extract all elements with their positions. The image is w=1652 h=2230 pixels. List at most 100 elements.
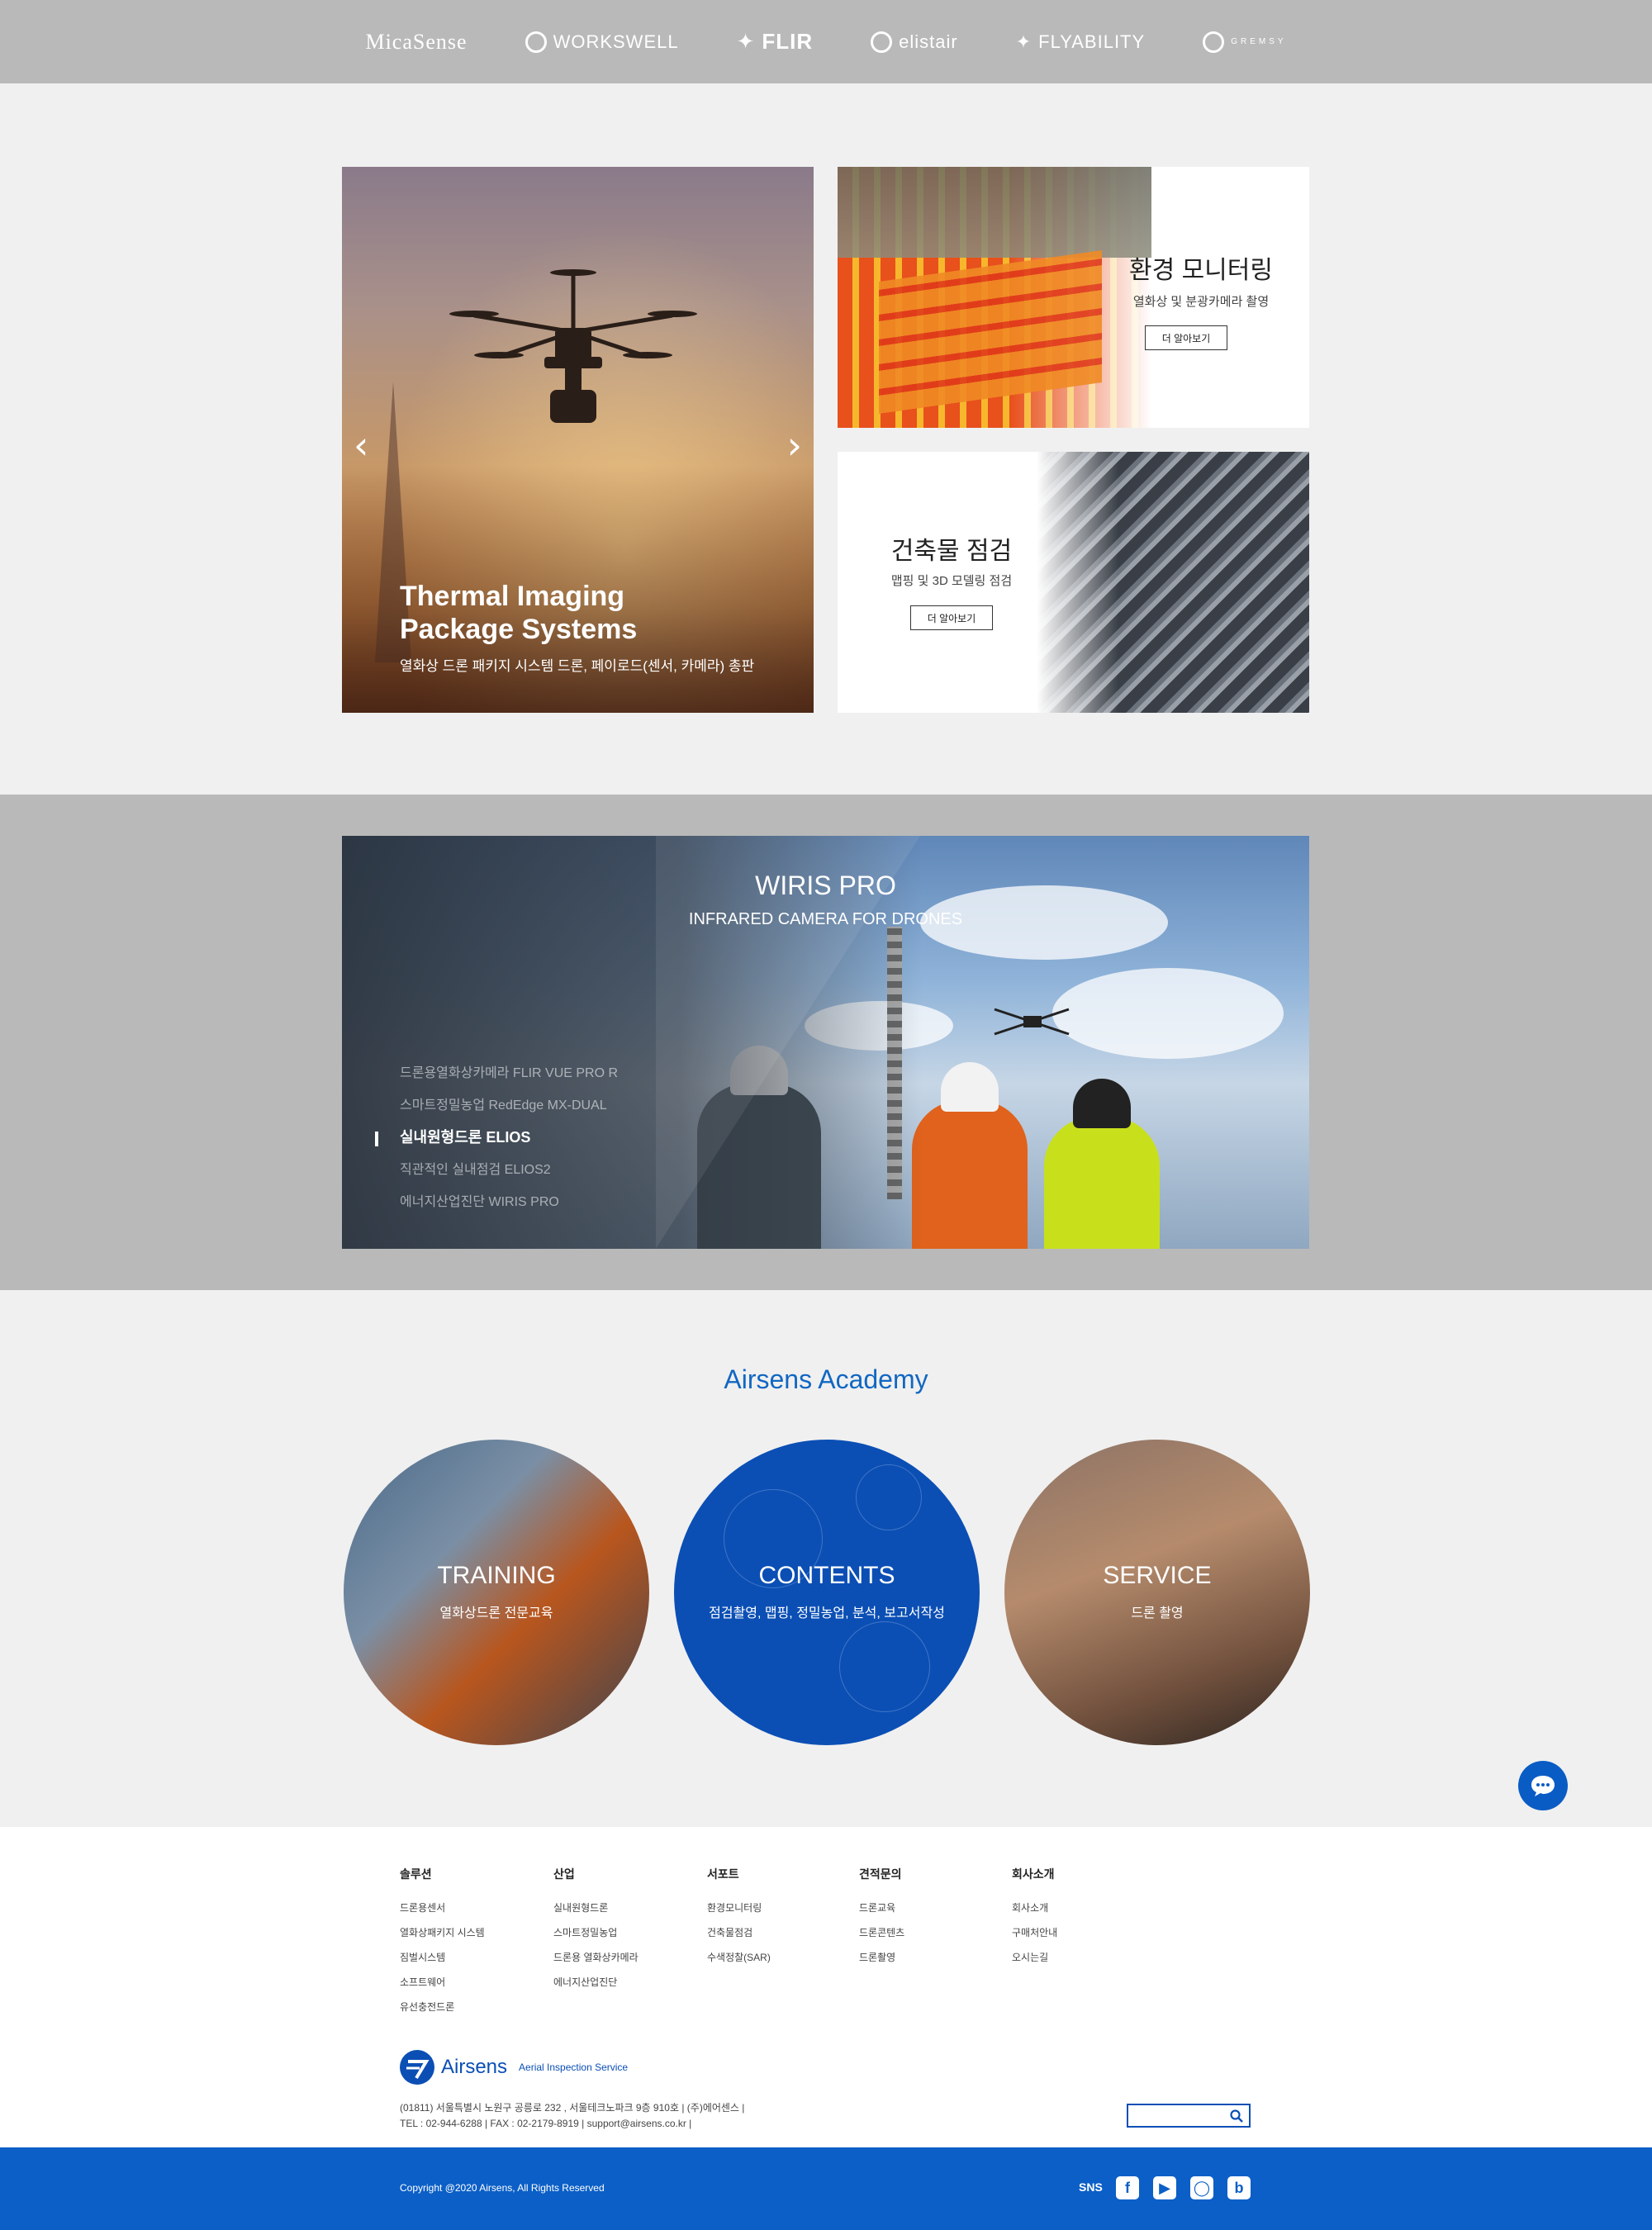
copyright-text: Copyright @2020 Airsens, All Rights Rese…: [400, 2182, 605, 2194]
footer-link[interactable]: 실내원형드론: [553, 1900, 638, 1925]
environment-monitoring-card[interactable]: 환경 모니터링 열화상 및 분광카메라 촬영 더 알아보기: [838, 167, 1309, 428]
product-banner[interactable]: WIRIS PRO INFRARED CAMERA FOR DRONES 드론용…: [342, 836, 1309, 1249]
footer-column-heading: 견적문의: [859, 1867, 902, 1881]
academy-contents-circle[interactable]: CONTENTS 점검촬영, 맵핑, 정밀농업, 분석, 보고서작성: [674, 1440, 980, 1745]
footer-search: [1127, 2104, 1251, 2128]
footer-link[interactable]: 드론용 열화상카메라: [553, 1950, 638, 1975]
product-menu-item[interactable]: 직관적인 실내점검 ELIOS2: [400, 1154, 618, 1186]
academy-item-title: TRAINING: [437, 1562, 556, 1589]
gremsy-mark-icon: [1203, 31, 1225, 53]
footer-column-solutions: 솔루션 드론용센서 열화상패키지 시스템 짐벌시스템 소프트웨어 유선충전드론: [400, 1866, 485, 2024]
footer-link[interactable]: 에너지산업진단: [553, 1975, 638, 2000]
footer-column-heading: 회사소개: [1012, 1867, 1055, 1881]
youtube-icon[interactable]: ▶: [1153, 2176, 1176, 2199]
partner-logo-bar: MicaSense WORKSWELL ✦ FLIR elistair ✦ FLYA…: [0, 0, 1652, 83]
footer-link[interactable]: 수색정찰(SAR): [707, 1950, 771, 1975]
footer-link[interactable]: 구매처안내: [1012, 1925, 1057, 1950]
card-description: 맵핑 및 3D 모델링 점검: [890, 574, 1013, 588]
company-address: (01811) 서울특별시 노원구 공릉로 232 , 서울테크노파크 9층 9…: [400, 2100, 744, 2132]
banner-subtitle: INFRARED CAMERA FOR DRONES: [688, 910, 963, 928]
partner-name: GREMSY: [1231, 37, 1287, 46]
photo-rooftop: [838, 167, 1151, 258]
thermal-aerial-photo: [838, 167, 1151, 428]
emblem-glyph: [406, 2060, 430, 2080]
sns-label: SNS: [1079, 2180, 1103, 2194]
footer-link[interactable]: 드론용센서: [400, 1900, 485, 1925]
footer-link[interactable]: 짐벌시스템: [400, 1950, 485, 1975]
hero-subtitle: 열화상 드론 패키지 시스템 드론, 페이로드(센서, 카메라) 총판: [400, 658, 755, 674]
academy-title: Airsens Academy: [724, 1364, 928, 1394]
search-icon[interactable]: [1229, 2109, 1244, 2123]
blog-icon[interactable]: b: [1227, 2176, 1251, 2199]
micasense-logo[interactable]: MicaSense: [365, 30, 467, 55]
hero-title-line2: Package Systems: [400, 614, 638, 645]
photo-thermal-overlay: [879, 250, 1102, 414]
elistair-logo[interactable]: elistair: [871, 31, 958, 53]
learn-more-button[interactable]: 더 알아보기: [1145, 325, 1227, 350]
partner-name: WORKSWELL: [553, 31, 679, 52]
footer-link[interactable]: 오시는길: [1012, 1950, 1057, 1975]
flir-mark-icon: ✦: [736, 29, 756, 54]
footer-column-heading: 서포트: [707, 1867, 739, 1881]
footer-column-company: 회사소개 회사소개 구매처안내 오시는길: [1012, 1866, 1057, 1975]
footer-bottom-bar: Copyright @2020 Airsens, All Rights Rese…: [0, 2147, 1652, 2230]
logo-name: Airsens: [441, 2056, 508, 2078]
chevron-left-icon[interactable]: ‹: [354, 423, 368, 467]
academy-training-circle[interactable]: TRAINING 열화상드론 전문교육: [344, 1440, 649, 1745]
footer-link[interactable]: 건축물점검: [707, 1925, 771, 1950]
address-line: (01811) 서울특별시 노원구 공릉로 232 , 서울테크노파크 9층 9…: [400, 2102, 745, 2114]
airsens-logo[interactable]: Airsens Aerial Inspection Service: [400, 2050, 628, 2085]
footer-link[interactable]: 유선충전드론: [400, 2000, 485, 2024]
footer-column-heading: 산업: [553, 1867, 575, 1881]
product-menu-item[interactable]: 스마트정밀농업 RedEdge MX-DUAL: [400, 1089, 618, 1122]
footer-column-heading: 솔루션: [400, 1867, 432, 1881]
footer-search-input[interactable]: [1128, 2105, 1227, 2126]
gremsy-logo[interactable]: GREMSY: [1203, 31, 1286, 53]
footer-link[interactable]: 드론교육: [859, 1900, 904, 1925]
footer-link[interactable]: 드론콘텐츠: [859, 1925, 904, 1950]
flyability-logo[interactable]: ✦ FLYABILITY: [1016, 31, 1145, 53]
hero-title-line1: Thermal Imaging: [400, 581, 625, 612]
academy-item-subtitle: 점검촬영, 맵핑, 정밀농업, 분석, 보고서작성: [709, 1606, 945, 1620]
contact-line: TEL : 02-944-6288 | FAX : 02-2179-8919 |…: [400, 2118, 692, 2129]
banner-title: WIRIS PRO: [755, 871, 896, 900]
footer-link[interactable]: 스마트정밀농업: [553, 1925, 638, 1950]
footer: 솔루션 드론용센서 열화상패키지 시스템 짐벌시스템 소프트웨어 유선충전드론 …: [0, 1827, 1652, 2147]
building-inspection-card[interactable]: 건축물 점검 맵핑 및 3D 모델링 점검 더 알아보기: [838, 452, 1309, 713]
hero-slider[interactable]: ‹ › Thermal Imaging Package Systems 열화상 …: [342, 167, 814, 713]
instagram-icon[interactable]: ◯: [1190, 2176, 1213, 2199]
card-description: 열화상 및 분광카메라 촬영: [1132, 295, 1270, 309]
footer-column-support: 서포트 환경모니터링 건축물점검 수색정찰(SAR): [707, 1866, 771, 1975]
product-menu-item[interactable]: 에너지산업진단 WIRIS PRO: [400, 1186, 618, 1218]
product-menu-item-active[interactable]: 실내원형드론 ELIOS: [374, 1122, 618, 1154]
academy-item-subtitle: 드론 촬영: [1131, 1606, 1184, 1620]
chevron-right-icon[interactable]: ›: [787, 423, 802, 467]
product-menu: 드론용열화상카메라 FLIR VUE PRO R 스마트정밀농업 RedEdge…: [374, 1057, 618, 1218]
chat-bubble-icon[interactable]: [1518, 1761, 1568, 1810]
footer-link[interactable]: 소프트웨어: [400, 1975, 485, 2000]
footer-link[interactable]: 드론촬영: [859, 1950, 904, 1975]
workswell-mark-icon: [525, 31, 547, 53]
learn-more-button[interactable]: 더 알아보기: [910, 605, 993, 630]
product-menu-item[interactable]: 드론용열화상카메라 FLIR VUE PRO R: [400, 1057, 618, 1089]
drone-photo: [449, 269, 697, 423]
footer-column-quote: 견적문의 드론교육 드론콘텐츠 드론촬영: [859, 1866, 904, 1975]
drone-line-art-icon: [856, 1464, 922, 1530]
flyability-mark-icon: ✦: [1015, 31, 1032, 52]
footer-link[interactable]: 환경모니터링: [707, 1900, 771, 1925]
academy-service-circle[interactable]: SERVICE 드론 촬영: [1004, 1440, 1310, 1745]
footer-column-industry: 산업 실내원형드론 스마트정밀농업 드론용 열화상카메라 에너지산업진단: [553, 1866, 638, 2000]
drone-line-art-icon: [839, 1621, 930, 1712]
footer-link[interactable]: 회사소개: [1012, 1900, 1057, 1925]
card-title: 환경 모니터링: [1129, 257, 1273, 284]
academy-item-subtitle: 열화상드론 전문교육: [439, 1606, 553, 1620]
workswell-logo[interactable]: WORKSWELL: [525, 31, 679, 53]
academy-item-title: SERVICE: [1103, 1562, 1212, 1589]
partner-name: elistair: [899, 31, 958, 52]
facebook-icon[interactable]: f: [1116, 2176, 1139, 2199]
partner-name: MicaSense: [365, 29, 468, 54]
elistair-mark-icon: [871, 31, 893, 53]
flir-logo[interactable]: ✦ FLIR: [737, 29, 814, 55]
footer-link[interactable]: 열화상패키지 시스템: [400, 1925, 485, 1950]
card-title: 건축물 점검: [890, 538, 1013, 565]
